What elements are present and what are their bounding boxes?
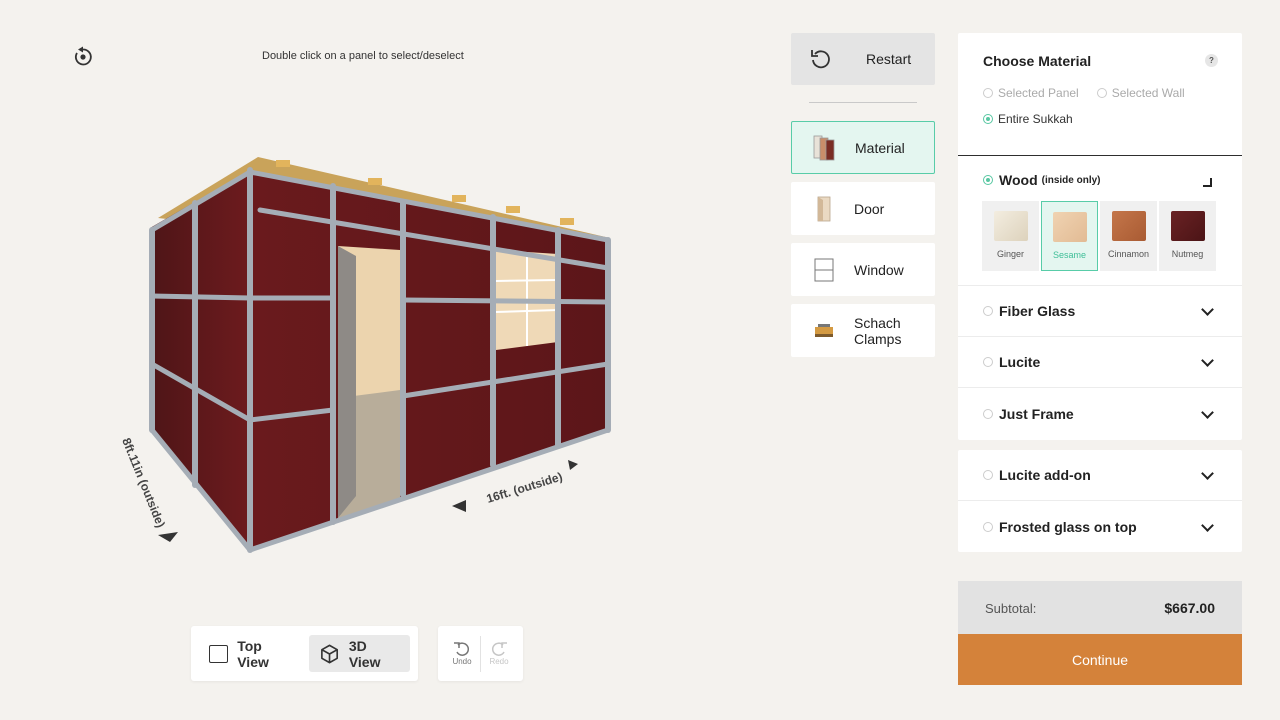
square-icon (209, 644, 229, 663)
chevron-down-icon (1201, 467, 1214, 480)
view-toggle: Top View 3D View (191, 626, 418, 681)
scope-selected-wall-label: Selected Wall (1111, 86, 1185, 100)
tool-material-label: Material (855, 139, 905, 156)
radio-icon (983, 408, 993, 419)
option-lucite[interactable]: Lucite (958, 337, 1242, 388)
swatch-chip (1111, 211, 1146, 241)
wood-swatches: Ginger Sesame Cinnamon Nutmeg (958, 201, 1242, 271)
length-dimension: 16ft. (outside) (485, 469, 564, 505)
reset-view-icon[interactable] (72, 46, 94, 68)
choose-material-title: Choose Material (983, 53, 1092, 69)
addon-label: Frosted glass on top (999, 518, 1137, 535)
redo-label: Redo (489, 657, 509, 666)
redo-icon (491, 642, 507, 656)
restart-button[interactable]: Restart (791, 33, 935, 85)
scope-entire-sukkah[interactable]: Entire Sukkah (983, 112, 1073, 126)
width-dimension-label: 8ft.11in (outside) (119, 436, 168, 530)
tools-column: Restart Material Door Window Schach Clam… (791, 33, 935, 357)
window-icon (812, 256, 836, 284)
sukkah-3d-view[interactable]: 8ft.11in (outside) 16ft. (outside) (100, 140, 640, 560)
swatch-label: Sesame (1052, 250, 1087, 260)
tool-window[interactable]: Window (791, 243, 935, 296)
tool-door[interactable]: Door (791, 182, 935, 235)
option-label: Fiber Glass (999, 303, 1076, 319)
wood-section: Wood (inside only) Ginger Sesame Cinnamo… (958, 156, 1242, 286)
tool-schach-clamps[interactable]: Schach Clamps (791, 304, 935, 357)
material-panel: Choose Material ? Selected Panel Selecte… (958, 33, 1242, 440)
swatch-label: Cinnamon (1107, 249, 1150, 259)
radio-icon (983, 521, 993, 532)
undo-icon (454, 642, 470, 656)
tool-material[interactable]: Material (791, 121, 935, 174)
swatch-nutmeg[interactable]: Nutmeg (1159, 201, 1216, 271)
addons-panel: Lucite add-on Frosted glass on top (958, 450, 1242, 552)
radio-icon (983, 357, 993, 367)
swatch-chip (993, 211, 1028, 241)
addon-lucite[interactable]: Lucite add-on (958, 450, 1242, 501)
swatch-cinnamon[interactable]: Cinnamon (1100, 201, 1157, 271)
continue-button[interactable]: Continue (958, 634, 1242, 685)
swatch-sesame[interactable]: Sesame (1041, 201, 1098, 271)
restart-icon (811, 50, 830, 69)
radio-icon (983, 88, 993, 98)
radio-icon (1096, 88, 1107, 98)
scope-selected-panel[interactable]: Selected Panel (983, 86, 1079, 100)
wood-label: Wood (999, 172, 1038, 188)
clamp-icon (812, 317, 836, 345)
wood-sub-label: (inside only) (1041, 174, 1101, 186)
subtotal-amount: $667.00 (1164, 600, 1215, 616)
chevron-down-icon (1201, 405, 1214, 419)
chevron-down-icon (1201, 354, 1214, 367)
tool-window-label: Window (854, 261, 904, 278)
cube-icon (320, 644, 338, 663)
choose-material-header: Choose Material ? Selected Panel Selecte… (958, 33, 1242, 156)
swatch-label: Ginger (996, 249, 1024, 259)
radio-icon (983, 470, 993, 480)
addon-frosted-glass[interactable]: Frosted glass on top (958, 501, 1242, 552)
swatch-chip (1170, 211, 1205, 241)
option-just-frame[interactable]: Just Frame (958, 388, 1242, 439)
length-dimension-label: 16ft. (outside) (485, 469, 564, 505)
3d-view-label: 3D View (348, 637, 381, 670)
chevron-down-icon (1201, 303, 1214, 316)
help-icon[interactable]: ? (1205, 54, 1218, 67)
door-icon (812, 195, 836, 223)
swatch-label: Nutmeg (1171, 249, 1204, 259)
top-view-label: Top View (237, 637, 269, 670)
chevron-down-icon (1201, 518, 1214, 532)
subtotal-bar: Subtotal: $667.00 (958, 581, 1242, 635)
3d-view-button[interactable]: 3D View (308, 635, 410, 672)
scope-entire-sukkah-label: Entire Sukkah (998, 112, 1073, 126)
wood-section-header[interactable]: Wood (inside only) (958, 156, 1242, 204)
panels-icon (813, 134, 837, 162)
addon-label: Lucite add-on (999, 467, 1091, 483)
restart-label: Restart (866, 51, 912, 67)
top-view-button[interactable]: Top View (199, 635, 305, 672)
option-label: Lucite (999, 354, 1041, 370)
option-fiber-glass[interactable]: Fiber Glass (958, 286, 1242, 337)
left-wall (150, 170, 250, 550)
width-dimension: 8ft.11in (outside) (119, 436, 168, 530)
subtotal-label: Subtotal: (985, 600, 1037, 616)
chevron-up-icon (1203, 178, 1212, 187)
radio-checked-icon (983, 114, 993, 124)
redo-button[interactable]: Redo (481, 641, 517, 666)
open-door-panel (338, 246, 356, 518)
tools-divider (809, 102, 917, 103)
swatch-ginger[interactable]: Ginger (982, 201, 1039, 271)
option-label: Just Frame (999, 405, 1074, 422)
scope-selected-panel-label: Selected Panel (998, 86, 1079, 100)
scope-selected-wall[interactable]: Selected Wall (1096, 86, 1185, 100)
radio-checked-icon (983, 175, 993, 185)
hint-text: Double click on a panel to select/desele… (262, 50, 464, 62)
undo-redo-group: Undo Redo (438, 626, 523, 681)
undo-label: Undo (452, 657, 472, 666)
swatch-chip (1052, 212, 1087, 242)
tool-schach-clamps-label: Schach Clamps (854, 314, 902, 347)
radio-icon (983, 306, 993, 316)
tool-door-label: Door (854, 200, 885, 217)
undo-button[interactable]: Undo (444, 641, 480, 666)
